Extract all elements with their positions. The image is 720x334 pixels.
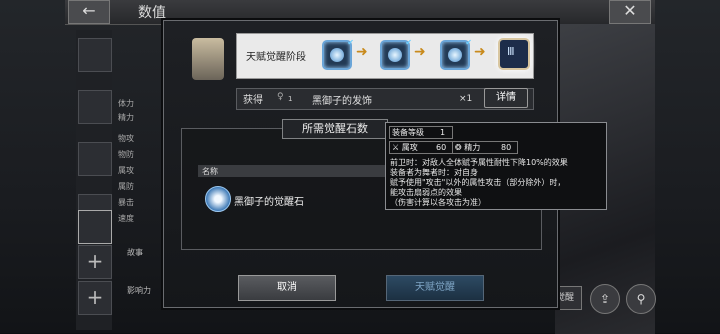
stat-label: 体力 [118,99,134,108]
stat-label: 精力 [118,113,134,122]
party-slot[interactable] [78,142,112,176]
add-member-button[interactable]: + [78,245,112,279]
plus-icon: + [86,249,104,273]
search-icon[interactable]: ⚲ [626,284,656,314]
required-stones-header: 所需觉醒石数 [282,119,388,139]
screen-title: 数值 [138,5,166,21]
check-icon: ✔ [347,38,354,47]
attribute-attack-value: 60 [436,143,447,152]
obtain-item-name: 黑御子的发饰 [312,96,372,107]
spirit-stat: ❂ 精力 80 [452,141,518,154]
party-slot[interactable] [78,90,112,124]
cancel-button[interactable]: 取消 [238,275,336,301]
story-tab[interactable]: 故事 [127,247,143,258]
add-member-button[interactable]: + [78,281,112,315]
details-button[interactable]: 详情 [484,88,528,108]
check-icon: ✔ [405,38,412,47]
arrow-right-icon: ➜ [414,44,426,60]
equip-level-value: 1 [440,128,446,137]
column-name-header: 名称 [202,167,218,176]
drop-icon: ❂ [455,143,462,152]
back-arrow-icon: ← [82,1,96,20]
stat-label: 物攻 [118,134,134,143]
party-slot-selected[interactable] [78,210,112,244]
attribute-attack: ⚔ 属攻 60 [389,141,453,154]
stat-label: 属防 [118,182,134,191]
stage-gem-icon[interactable]: ✔ [380,38,412,70]
party-slot[interactable] [78,38,112,72]
stat-label: 属攻 [118,166,134,175]
stat-label: 暴击 [118,198,134,207]
close-button[interactable]: ✕ [609,0,651,24]
effect-line: （伤害计算以各攻击为准） [390,198,486,207]
awaken-stone-icon[interactable] [205,186,231,212]
equip-level-label: 装备等级 [392,128,424,137]
obtain-label: 获得 [243,95,263,106]
obtain-count: 1 [288,95,293,103]
awaken-stone-name: 黑御子的觉醒石 [234,197,304,208]
final-stage-gem-icon[interactable]: Ⅲ [498,38,530,70]
share-icon[interactable]: ⇪ [590,284,620,314]
spirit-label: 精力 [464,143,481,152]
obtain-quantity: ×1 [459,94,473,104]
stage-gem-icon[interactable]: ✔ [440,38,472,70]
arrow-right-icon: ➜ [356,44,368,60]
close-icon: ✕ [623,1,637,20]
character-portrait [192,38,224,80]
equip-level: 装备等级 1 [389,126,453,139]
arrow-right-icon: ➜ [474,44,486,60]
crest-icon: Ⅲ [507,45,515,58]
stage-gem-icon[interactable]: ✔ [322,38,354,70]
stat-label: 物防 [118,150,134,159]
spirit-value: 80 [501,143,512,152]
stage-label: 天赋觉醒阶段 [246,52,306,63]
influence-tab[interactable]: 影响力 [127,285,151,296]
sword-icon: ⚔ [392,143,400,152]
back-button[interactable]: ← [68,0,110,24]
item-icon: ♀ [277,92,284,102]
awaken-button[interactable]: 天赋觉醒 [386,275,484,301]
stat-label: 速度 [118,214,134,223]
attribute-attack-label: 属攻 [401,143,418,152]
plus-icon: + [86,285,104,309]
check-icon: ✔ [465,38,472,47]
